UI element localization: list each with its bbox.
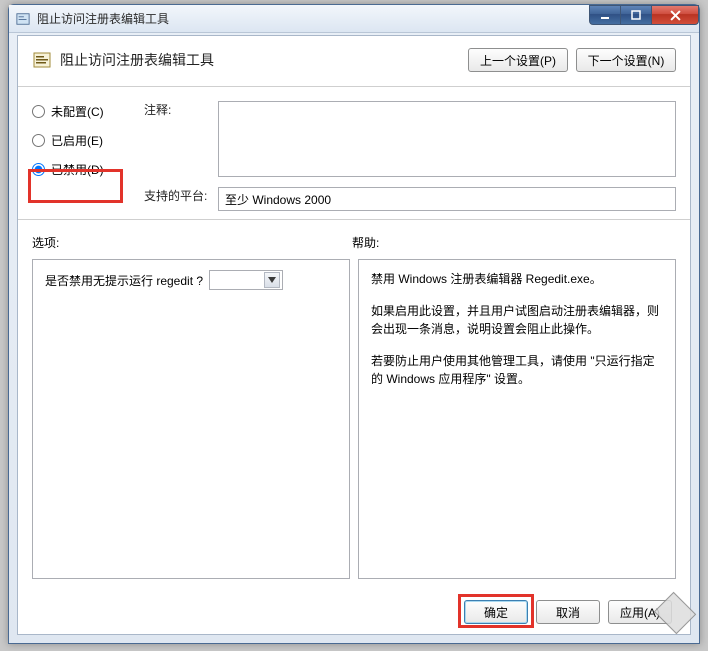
radio-disabled-input[interactable] bbox=[32, 163, 45, 176]
minimize-button[interactable] bbox=[589, 5, 621, 25]
lower-panels: 是否禁用无提示运行 regedit ? 禁用 Windows 注册表编辑器 Re… bbox=[18, 257, 690, 589]
section-labels: 选项: 帮助: bbox=[18, 220, 690, 257]
maximize-button[interactable] bbox=[620, 5, 652, 25]
radio-not-configured[interactable]: 未配置(C) bbox=[32, 103, 140, 120]
apply-button[interactable]: 应用(A) bbox=[608, 600, 672, 624]
supported-label: 支持的平台: bbox=[144, 187, 214, 204]
radio-enabled-label: 已启用(E) bbox=[51, 132, 103, 149]
policy-title: 阻止访问注册表编辑工具 bbox=[60, 50, 214, 70]
ok-button[interactable]: 确定 bbox=[464, 600, 528, 624]
options-question: 是否禁用无提示运行 regedit ? bbox=[45, 272, 203, 289]
cancel-button[interactable]: 取消 bbox=[536, 600, 600, 624]
radio-enabled-input[interactable] bbox=[32, 134, 45, 147]
radio-not-configured-input[interactable] bbox=[32, 105, 45, 118]
radio-disabled-label: 已禁用(D) bbox=[51, 161, 104, 178]
policy-icon bbox=[32, 50, 52, 70]
dialog-window: 阻止访问注册表编辑工具 阻止访问注册表编辑工具 上一个设置(P) 下 bbox=[8, 4, 700, 644]
options-panel: 是否禁用无提示运行 regedit ? bbox=[32, 259, 350, 579]
help-paragraph-3: 若要防止用户使用其他管理工具，请使用 "只运行指定的 Windows 应用程序"… bbox=[371, 352, 663, 388]
help-paragraph-1: 禁用 Windows 注册表编辑器 Regedit.exe。 bbox=[371, 270, 663, 288]
window-title: 阻止访问注册表编辑工具 bbox=[37, 10, 169, 27]
window-controls bbox=[590, 5, 699, 25]
next-setting-button[interactable]: 下一个设置(N) bbox=[576, 48, 676, 72]
titlebar: 阻止访问注册表编辑工具 bbox=[9, 5, 699, 33]
previous-setting-button[interactable]: 上一个设置(P) bbox=[468, 48, 568, 72]
app-icon bbox=[15, 11, 31, 27]
help-label: 帮助: bbox=[352, 234, 379, 251]
options-dropdown[interactable] bbox=[209, 270, 283, 290]
comment-label: 注释: bbox=[144, 101, 214, 118]
comment-textarea[interactable] bbox=[218, 101, 676, 177]
supported-platforms-field: 至少 Windows 2000 bbox=[218, 187, 676, 211]
client-area: 阻止访问注册表编辑工具 上一个设置(P) 下一个设置(N) 未配置(C) 已启用… bbox=[17, 35, 691, 635]
header-row: 阻止访问注册表编辑工具 上一个设置(P) 下一个设置(N) bbox=[18, 36, 690, 87]
dialog-footer: 确定 取消 应用(A) bbox=[18, 590, 690, 634]
supported-platforms-text: 至少 Windows 2000 bbox=[225, 191, 331, 208]
help-paragraph-2: 如果启用此设置，并且用户试图启动注册表编辑器，则会出现一条消息，说明设置会阻止此… bbox=[371, 302, 663, 338]
help-panel: 禁用 Windows 注册表编辑器 Regedit.exe。 如果启用此设置，并… bbox=[358, 259, 676, 579]
radio-disabled[interactable]: 已禁用(D) bbox=[32, 161, 140, 178]
radio-group: 未配置(C) 已启用(E) 已禁用(D) bbox=[32, 101, 140, 178]
options-label: 选项: bbox=[32, 234, 352, 251]
chevron-down-icon bbox=[264, 272, 280, 288]
close-button[interactable] bbox=[651, 5, 699, 25]
radio-not-configured-label: 未配置(C) bbox=[51, 103, 104, 120]
radio-enabled[interactable]: 已启用(E) bbox=[32, 132, 140, 149]
settings-grid: 未配置(C) 已启用(E) 已禁用(D) 注释: 支持的平台: 至少 Windo… bbox=[18, 87, 690, 220]
